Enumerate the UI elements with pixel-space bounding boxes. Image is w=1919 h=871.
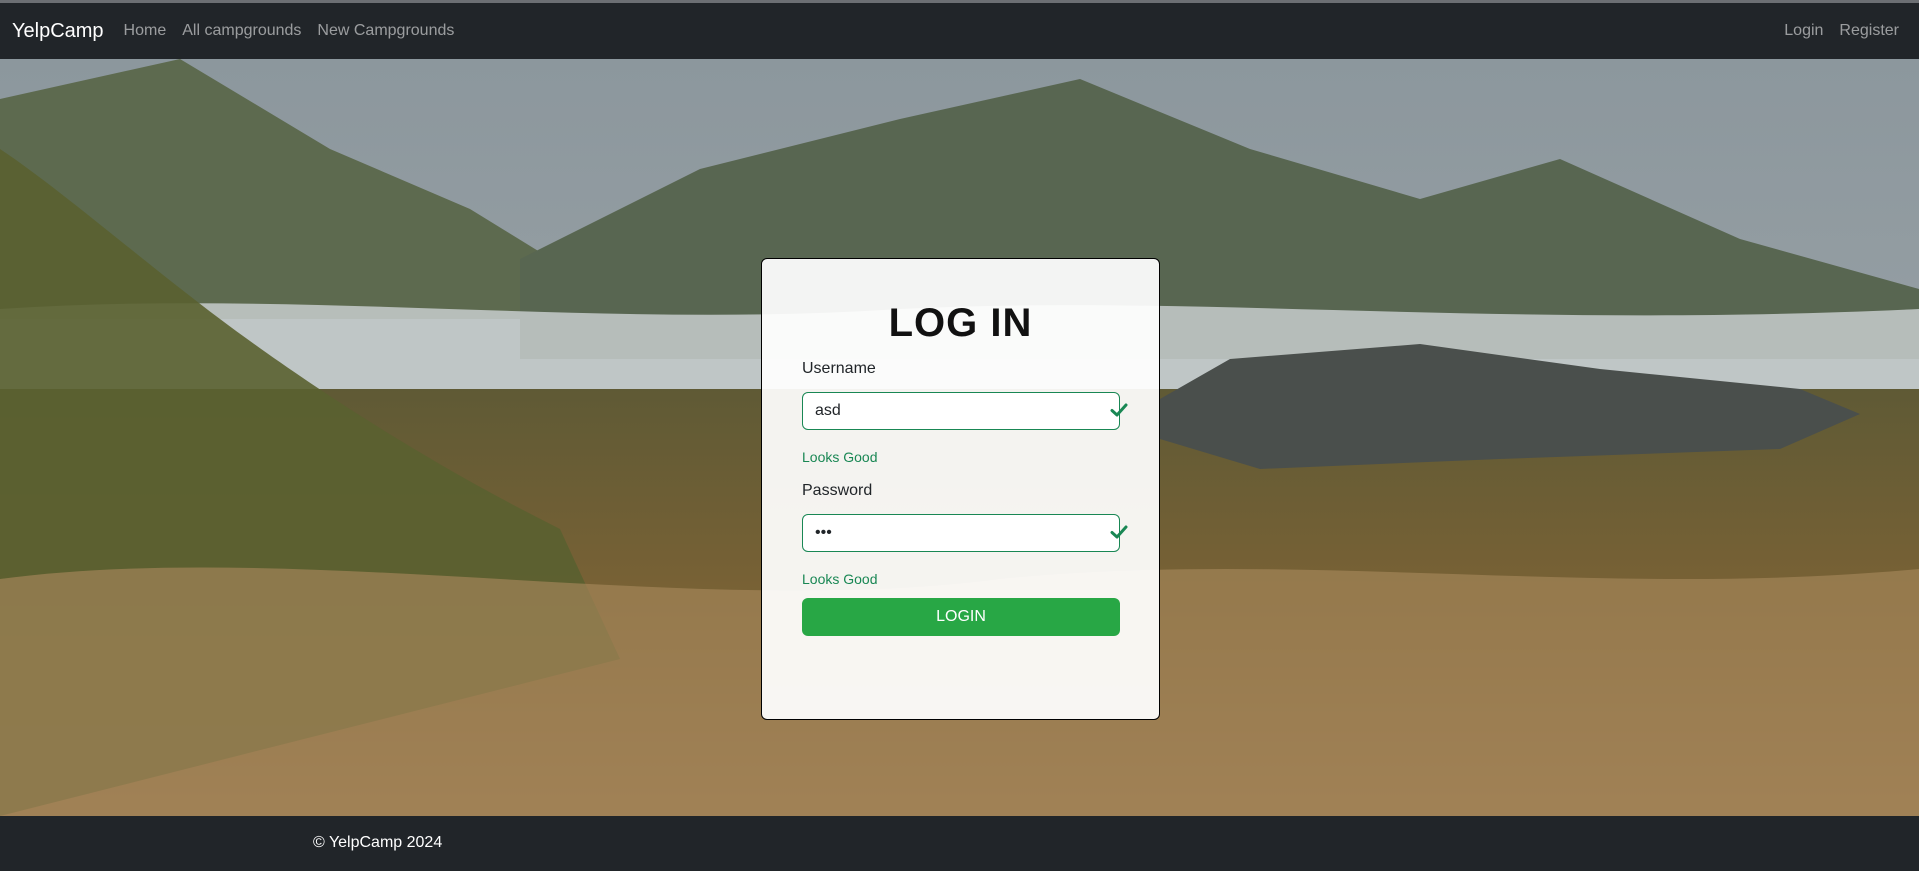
username-value: asd xyxy=(815,402,841,419)
footer-copyright: © YelpCamp 2024 xyxy=(313,834,443,851)
password-value: ••• xyxy=(815,524,832,541)
nav-link-all-campgrounds[interactable]: All campgrounds xyxy=(174,14,309,48)
nav-link-login[interactable]: Login xyxy=(1776,14,1831,48)
username-label: Username xyxy=(802,360,876,377)
nav-link-home[interactable]: Home xyxy=(116,14,175,48)
hero-background: LOG IN Username asd Looks Good Password … xyxy=(0,59,1919,816)
nav-link-new-campgrounds[interactable]: New Campgrounds xyxy=(309,14,462,48)
password-input[interactable]: ••• xyxy=(802,514,1128,552)
nav-right-group: Login Register xyxy=(1776,14,1907,48)
navbar: YelpCamp Home All campgrounds New Campgr… xyxy=(0,3,1919,59)
login-title: LOG IN xyxy=(888,301,1033,345)
nav-link-register[interactable]: Register xyxy=(1831,14,1907,48)
brand-logo-link[interactable]: YelpCamp xyxy=(12,20,104,43)
username-input[interactable]: asd xyxy=(802,392,1128,430)
password-label: Password xyxy=(802,482,873,499)
footer: © YelpCamp 2024 xyxy=(0,816,1919,871)
password-valid-feedback: Looks Good xyxy=(802,571,878,587)
login-card: LOG IN Username asd Looks Good Password … xyxy=(761,258,1160,720)
username-valid-feedback: Looks Good xyxy=(802,449,878,465)
login-button[interactable]: LOGIN xyxy=(802,598,1120,636)
